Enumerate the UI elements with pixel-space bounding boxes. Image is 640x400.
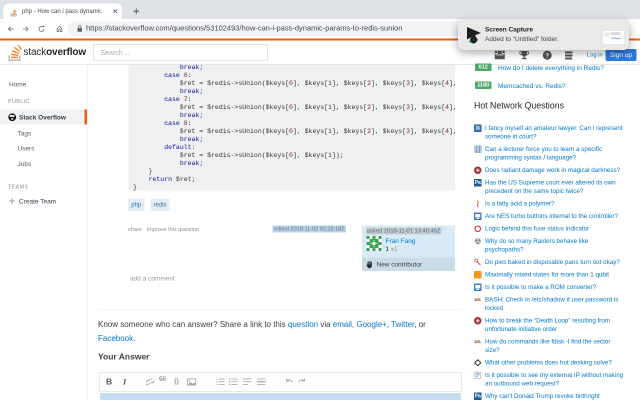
svg-text:?: ?: [545, 54, 549, 60]
svg-text:3: 3: [216, 383, 218, 386]
